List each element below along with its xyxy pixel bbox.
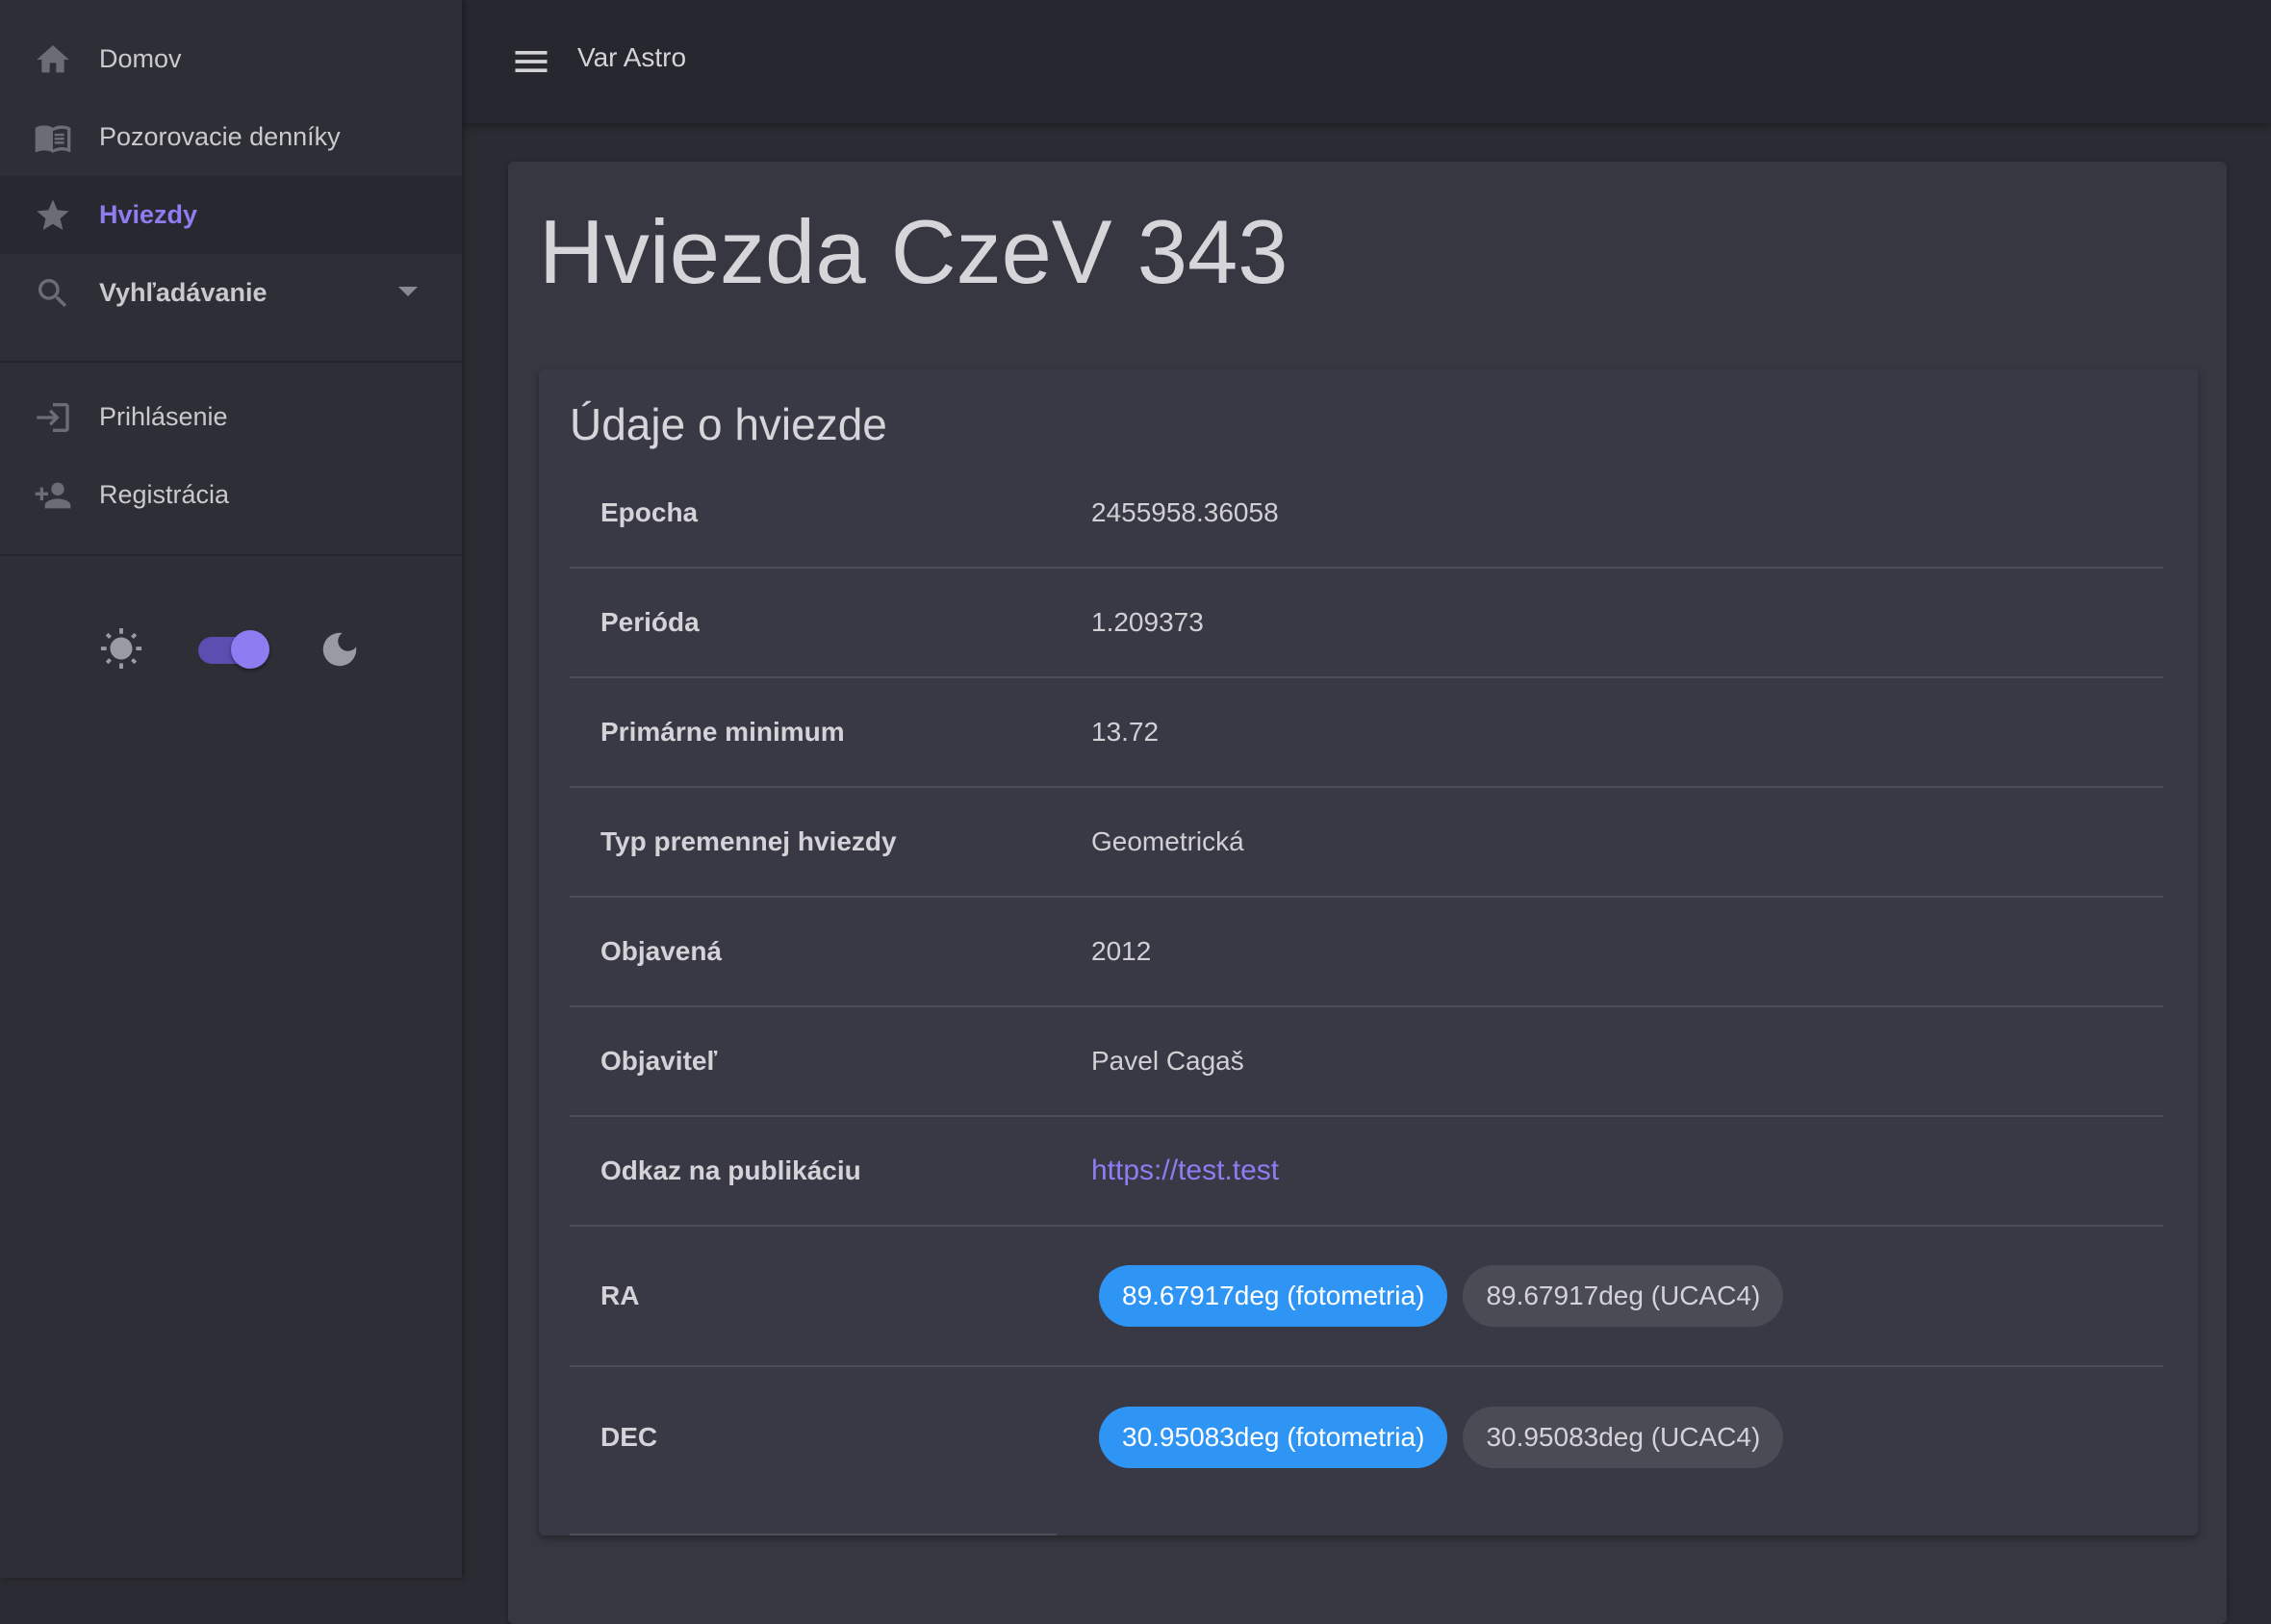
table-row: Typ premennej hviezdy Geometrická xyxy=(570,787,2163,898)
dec-photometry-chip[interactable]: 30.95083deg (fotometria) xyxy=(1099,1406,1448,1468)
row-label: Objavená xyxy=(570,897,1060,1007)
app-bar: Var Astro xyxy=(462,0,2271,123)
sidebar-item-label: Domov xyxy=(99,44,182,73)
menu-icon[interactable] xyxy=(510,40,552,83)
sidebar-item-registracia[interactable]: Registrácia xyxy=(0,456,462,534)
row-value: 2012 xyxy=(1060,897,2163,1007)
table-row: Odkaz na publikáciu https://test.test xyxy=(570,1116,2163,1227)
table-row: Perióda 1.209373 xyxy=(570,568,2163,678)
table-row: Primárne minimum 13.72 xyxy=(570,677,2163,788)
table-row: Epocha 2455958.36058 xyxy=(570,458,2163,569)
sidebar-item-hviezdy[interactable]: Hviezdy xyxy=(0,176,462,254)
theme-switcher xyxy=(0,616,462,677)
row-value: Geometrická xyxy=(1060,787,2163,898)
moon-icon[interactable] xyxy=(318,627,362,672)
app-title: Var Astro xyxy=(577,42,687,72)
row-label: Typ premennej hviezdy xyxy=(570,787,1060,898)
sidebar-item-label: Registrácia xyxy=(99,480,230,509)
row-label: Objaviteľ xyxy=(570,1006,1060,1117)
sidebar-divider xyxy=(0,554,462,556)
table-bottom-edge xyxy=(570,1534,1057,1535)
search-icon xyxy=(32,272,74,315)
login-icon xyxy=(32,396,74,439)
row-value: 13.72 xyxy=(1060,677,2163,788)
row-value: 89.67917deg (fotometria) 89.67917deg (UCA… xyxy=(1060,1226,2163,1367)
row-label: DEC xyxy=(600,1421,658,1452)
publication-link[interactable]: https://test.test xyxy=(1091,1155,1279,1186)
table-row: Objavená 2012 xyxy=(570,897,2163,1007)
theme-toggle-thumb[interactable] xyxy=(231,630,269,669)
row-label: Epocha xyxy=(570,458,1060,569)
sidebar-item-label: Prihlásenie xyxy=(99,402,228,431)
page-title: Hviezda CzeV 343 xyxy=(539,201,1289,302)
star-info-card: Údaje o hviezde Epocha 2455958.36058 Per… xyxy=(539,369,2198,1535)
row-value: 30.95083deg (fotometria) 30.95083deg (UCA… xyxy=(1060,1366,2163,1507)
ra-photometry-chip[interactable]: 89.67917deg (fotometria) xyxy=(1099,1265,1448,1327)
row-label: RA xyxy=(570,1226,1060,1367)
sidebar-item-prihlasenie[interactable]: Prihlásenie xyxy=(0,378,462,456)
sidebar-item-domov[interactable]: Domov xyxy=(0,20,462,98)
row-value: 1.209373 xyxy=(1060,568,2163,678)
sidebar-item-label: Pozorovacie denníky xyxy=(99,122,341,151)
dec-ucac4-chip[interactable]: 30.95083deg (UCAC4) xyxy=(1463,1406,1784,1468)
sidebar-item-pozorovacie-denniky[interactable]: Pozorovacie denníky xyxy=(0,98,462,176)
section-title: Údaje o hviezde xyxy=(570,399,887,449)
main-content: Hviezda CzeV 343 Údaje o hviezde Epocha … xyxy=(462,123,2271,1624)
book-icon xyxy=(32,116,74,159)
home-icon xyxy=(32,38,74,81)
row-value: https://test.test xyxy=(1060,1116,2163,1227)
sidebar-item-label: Hviezdy xyxy=(99,200,198,229)
row-label: Primárne minimum xyxy=(570,677,1060,788)
star-icon xyxy=(32,194,74,237)
sidebar-item-label: Vyhľadávanie xyxy=(99,278,268,307)
ra-ucac4-chip[interactable]: 89.67917deg (UCAC4) xyxy=(1463,1265,1784,1327)
sidebar-item-vyhladavanie[interactable]: Vyhľadávanie xyxy=(0,254,462,332)
star-detail-card: Hviezda CzeV 343 Údaje o hviezde Epocha … xyxy=(508,162,2227,1624)
table-row-ra: RA 89.67917deg (fotometria) 89.67917deg (… xyxy=(570,1226,2163,1367)
sidebar: Domov Pozorovacie denníky Hviezdy Vyhľad… xyxy=(0,0,462,1578)
person-add-icon xyxy=(32,474,74,517)
star-info-table: Epocha 2455958.36058 Perióda 1.209373 Pr… xyxy=(570,458,2163,1507)
chevron-down-icon[interactable] xyxy=(398,287,418,296)
row-label: Odkaz na publikáciu xyxy=(570,1116,1060,1227)
sun-icon[interactable] xyxy=(99,627,143,672)
row-value: 2455958.36058 xyxy=(1060,458,2163,569)
table-row: Objaviteľ Pavel Cagaš xyxy=(570,1006,2163,1117)
row-value: Pavel Cagaš xyxy=(1060,1006,2163,1117)
row-label: Perióda xyxy=(570,568,1060,678)
table-row-dec: DEC 30.95083deg (fotometria) 30.95083deg … xyxy=(570,1366,2163,1507)
